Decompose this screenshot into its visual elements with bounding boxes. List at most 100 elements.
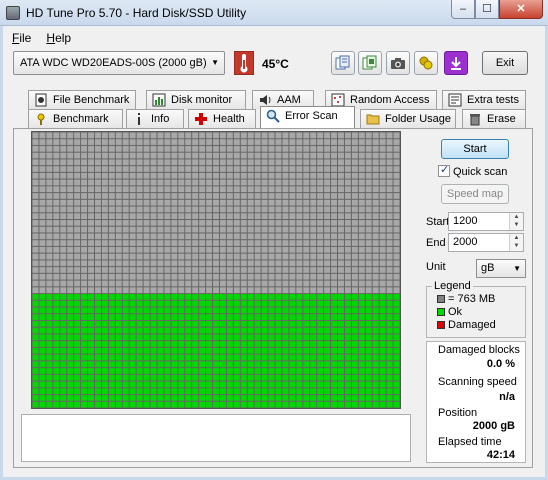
block-ok xyxy=(289,347,296,354)
tab-folder-usage[interactable]: Folder Usage xyxy=(360,109,456,128)
download-button[interactable] xyxy=(444,51,468,75)
tab-extra-tests[interactable]: Extra tests xyxy=(442,90,526,109)
block-untested xyxy=(324,233,331,240)
block-untested xyxy=(344,152,351,159)
block-untested xyxy=(233,226,240,233)
block-untested xyxy=(351,152,358,159)
block-untested xyxy=(338,253,344,260)
block-untested xyxy=(296,267,303,273)
block-ok xyxy=(365,395,372,401)
block-ok xyxy=(324,381,331,388)
block-untested xyxy=(365,260,372,267)
block-ok xyxy=(115,320,122,327)
start-spinner[interactable]: ▲ ▼ xyxy=(509,213,523,230)
start-button[interactable]: Start xyxy=(441,139,509,159)
close-button[interactable]: ✕ xyxy=(499,0,543,19)
tab-disk-monitor[interactable]: Disk monitor xyxy=(146,90,246,109)
block-untested xyxy=(282,253,289,260)
block-ok xyxy=(108,368,115,374)
block-ok xyxy=(338,327,344,334)
block-untested xyxy=(365,213,372,220)
block-untested xyxy=(261,145,268,152)
block-untested xyxy=(178,186,185,193)
drive-select[interactable]: ATA WDC WD20EADS-00S (2000 gB) ▼ xyxy=(13,51,225,75)
block-untested xyxy=(268,199,275,206)
block-ok xyxy=(32,388,39,395)
block-ok xyxy=(171,307,178,314)
quick-scan-checkbox[interactable]: Quick scan xyxy=(438,163,507,178)
tab-health[interactable]: Health xyxy=(188,109,256,128)
end-spinner[interactable]: ▲ ▼ xyxy=(509,234,523,251)
block-untested xyxy=(351,166,358,172)
block-ok xyxy=(199,341,206,347)
tab-benchmark[interactable]: Benchmark xyxy=(28,109,123,128)
block-untested xyxy=(351,233,358,240)
screenshot-button[interactable] xyxy=(386,51,410,75)
block-ok xyxy=(240,361,247,368)
unit-select[interactable]: gB ▼ xyxy=(476,259,526,278)
block-untested xyxy=(74,145,81,152)
block-ok xyxy=(81,307,88,314)
block-untested xyxy=(296,213,303,220)
block-ok xyxy=(60,374,67,381)
block-ok xyxy=(129,361,136,368)
block-untested xyxy=(185,145,192,152)
block-untested xyxy=(358,246,365,253)
block-ok xyxy=(60,334,67,341)
block-ok xyxy=(46,374,53,381)
block-untested xyxy=(88,199,94,206)
minimize-button[interactable]: ‒ xyxy=(451,0,475,19)
block-ok xyxy=(331,300,338,307)
end-input[interactable]: 2000 ▲ ▼ xyxy=(448,233,524,252)
block-ok xyxy=(115,361,122,368)
block-untested xyxy=(344,240,351,246)
block-untested xyxy=(143,139,150,145)
block-ok xyxy=(393,374,400,381)
block-untested xyxy=(296,139,303,145)
block-ok xyxy=(101,368,108,374)
block-untested xyxy=(310,246,317,253)
block-untested xyxy=(317,159,324,166)
start-input[interactable]: 1200 ▲ ▼ xyxy=(448,212,524,231)
block-ok xyxy=(338,294,344,300)
spin-up-icon[interactable]: ▲ xyxy=(510,234,523,242)
checkbox-checked-icon[interactable] xyxy=(438,163,450,177)
block-untested xyxy=(289,213,296,220)
spin-down-icon[interactable]: ▼ xyxy=(510,242,523,250)
block-untested xyxy=(261,280,268,287)
block-ok xyxy=(32,327,39,334)
menu-file[interactable]: File xyxy=(6,30,37,46)
block-untested xyxy=(171,193,178,199)
block-untested xyxy=(136,273,143,280)
block-untested xyxy=(365,240,372,246)
speed-map-button[interactable]: Speed map xyxy=(441,184,509,204)
copy-info-button[interactable] xyxy=(331,51,355,75)
tab-info[interactable]: Info xyxy=(126,109,184,128)
drive-select-value: ATA WDC WD20EADS-00S (2000 gB) xyxy=(20,57,207,69)
block-ok xyxy=(136,294,143,300)
tab-file-benchmark[interactable]: File Benchmark xyxy=(28,90,136,109)
tab-error-scan[interactable]: Error Scan xyxy=(260,106,355,128)
spin-down-icon[interactable]: ▼ xyxy=(510,221,523,229)
menu-help[interactable]: Help xyxy=(40,30,77,46)
block-untested xyxy=(310,166,317,172)
block-untested xyxy=(213,186,219,193)
block-ok xyxy=(74,307,81,314)
block-ok xyxy=(338,354,344,361)
block-untested xyxy=(164,280,171,287)
block-ok xyxy=(233,327,240,334)
maximize-button[interactable]: ☐ xyxy=(475,0,499,19)
tab-erase[interactable]: Erase xyxy=(462,109,526,128)
exit-button[interactable]: Exit xyxy=(482,51,528,75)
block-untested xyxy=(94,253,101,260)
block-untested xyxy=(67,280,74,287)
block-untested xyxy=(115,139,122,145)
copy-screen-button[interactable] xyxy=(358,51,382,75)
block-untested xyxy=(101,213,108,220)
block-ok xyxy=(296,300,303,307)
block-untested xyxy=(254,139,261,145)
block-ok xyxy=(74,374,81,381)
tools-button[interactable] xyxy=(414,51,438,75)
spin-up-icon[interactable]: ▲ xyxy=(510,213,523,221)
block-untested xyxy=(303,246,310,253)
